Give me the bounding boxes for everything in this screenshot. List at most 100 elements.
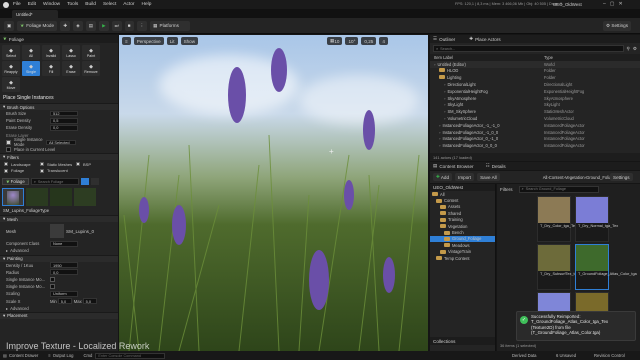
filters-button[interactable]: Filters [500, 187, 513, 192]
single-instance-dropdown[interactable]: All Selected [46, 139, 76, 146]
asset-tile[interactable]: T_Dry_SubsurfTex_tga_Tex [537, 244, 587, 290]
prop-field[interactable]: 1950 [50, 262, 78, 268]
tool-move[interactable]: ◆ Move [2, 77, 20, 92]
asset-tile[interactable]: T_Dry_Normal_tga_Tex [575, 196, 618, 242]
save-icon[interactable]: ▣ [4, 20, 15, 31]
cb-settings-button[interactable]: Settings [610, 173, 633, 181]
outliner-row[interactable]: ◦ InstancedFoliageActor_-1_0_0 InstancedFo… [430, 129, 640, 136]
add-button[interactable]: ✚ Add [433, 173, 453, 181]
content-browser-tab[interactable]: Content Browser [439, 164, 473, 169]
foliage-search-input[interactable]: ⌕ Search Foliage [30, 178, 79, 186]
console-input[interactable]: Enter Console Command [95, 352, 166, 359]
output-log-button[interactable]: Output Log [53, 353, 74, 358]
asset-tile[interactable]: T_Dry_Color_tga_Tex [537, 196, 577, 242]
asset-tile[interactable]: T_GroundFoliage_Atlas_Color_tga [575, 244, 637, 290]
menu-tools[interactable]: Tools [67, 2, 78, 7]
outliner-row[interactable]: ◦ ExponentialHeightFog ExponentialHeightFo… [430, 88, 640, 95]
platforms-button[interactable]: ▦ Platforms [150, 20, 191, 31]
outliner-title[interactable]: Outliner [439, 37, 455, 42]
tool-erase[interactable]: ◆ Erase [62, 61, 80, 76]
tool-lasso[interactable]: ◆ Lasso [62, 45, 80, 60]
prop-checkbox[interactable] [50, 276, 55, 282]
menu-file[interactable]: File [13, 2, 21, 7]
menu-build[interactable]: Build [85, 2, 96, 7]
outliner-row[interactable]: ◦ SkyLight SkyLight [430, 102, 640, 109]
outliner-row[interactable]: ◦ SM_SkySphere StaticMeshActor [430, 108, 640, 115]
prop-field[interactable]: 0,5 [50, 117, 78, 124]
outliner-row[interactable]: ◦ InstancedFoliageActor_-1_-1_0 InstancedF… [430, 122, 640, 129]
save-all-button[interactable]: Save All [477, 173, 500, 181]
type-column[interactable]: Type [544, 55, 553, 60]
filter-checkbox[interactable] [40, 162, 44, 167]
outliner-row[interactable]: ◦ VolumetricCloud VolumetricCloud [430, 115, 640, 122]
foliage-type-thumb[interactable] [26, 188, 48, 207]
unsaved-button[interactable]: 6 Unsaved [556, 353, 576, 358]
cmd-dropdown[interactable]: Cmd [83, 353, 92, 358]
filter-checkbox[interactable] [4, 168, 8, 173]
settings-button[interactable]: ⚙ Settings [603, 21, 631, 31]
show-button[interactable]: Show [180, 37, 199, 45]
place-actors-tab[interactable]: Place Actors [475, 37, 501, 42]
prop-field[interactable]: 0,0 [50, 269, 78, 276]
item-label-column[interactable]: Item Label [434, 55, 544, 60]
tool-remove[interactable]: ◆ Remove [82, 61, 100, 76]
menu-help[interactable]: Help [142, 2, 152, 7]
painting-section-header[interactable]: ▾ Painting [0, 254, 118, 262]
level-viewport[interactable]: ≡ Perspective Lit Show ▦ 10 10° 0,25 4 + [119, 35, 428, 351]
place-current-level-checkbox[interactable] [6, 147, 11, 153]
brush-options-header[interactable]: ▾ Brush Options [0, 103, 118, 110]
perspective-button[interactable]: Perspective [133, 37, 164, 45]
scale-max-field[interactable]: 5,0 [82, 298, 97, 304]
collections-header[interactable]: Collections [430, 337, 495, 345]
outliner-row[interactable]: ◦ InstancedFoliageActor_0_-1_0 InstancedFo… [430, 136, 640, 143]
breadcrumb-item[interactable]: Vegetation [565, 175, 585, 180]
filter-checkbox[interactable] [40, 168, 44, 173]
lit-button[interactable]: Lit [166, 37, 178, 45]
stop-button[interactable]: ■ [124, 20, 134, 31]
advanced-row[interactable]: ▸ Advanced [0, 247, 118, 254]
derived-data-button[interactable]: Derived Data [512, 353, 536, 358]
outliner-row[interactable]: Lighting Folder [430, 74, 640, 81]
settings-icon[interactable]: ⚙ [633, 46, 637, 52]
tool-select[interactable]: ◆ Select [2, 45, 20, 60]
outliner-row[interactable]: HLOD Folder [430, 68, 640, 75]
prop-field[interactable]: 512 [50, 110, 78, 117]
foliage-add-button[interactable]: ❦ Foliage [2, 178, 29, 186]
prop-field[interactable]: Uniform [50, 291, 78, 297]
filter-checkbox[interactable] [4, 162, 8, 167]
asset-search-input[interactable]: ⌕ Search Ground_Foliage [518, 185, 599, 193]
viewport-menu-icon[interactable]: ≡ [122, 37, 131, 45]
advanced-row-2[interactable]: ▸ Advanced [0, 305, 118, 312]
tool-paint[interactable]: ◆ Paint [82, 45, 100, 60]
outliner-row[interactable]: ◦ Untitled (Editor) World [430, 60, 640, 68]
tool-single[interactable]: ◆ Single [22, 61, 40, 76]
play-options-icon[interactable]: ⋮ [136, 20, 148, 31]
foliage-type-thumb[interactable] [50, 188, 72, 207]
prop-field[interactable]: 0,0 [50, 125, 78, 131]
camera-speed-button[interactable]: 4 [379, 37, 388, 45]
reimport-notification[interactable]: ✓ Successfully Reimported: T_GroundFolia… [516, 311, 636, 341]
add-actor-icon[interactable]: ✚ [60, 20, 71, 31]
step-button[interactable]: ⏭ [111, 20, 122, 31]
menu-select[interactable]: Select [103, 2, 116, 7]
filter-icon[interactable]: ⚲ [627, 46, 630, 52]
import-button[interactable]: Import [455, 173, 475, 181]
prop-checkbox[interactable] [50, 284, 55, 290]
mesh-section-header[interactable]: ▾ Mesh [0, 215, 118, 223]
menu-window[interactable]: Window [43, 2, 60, 7]
foliage-type-thumb[interactable] [2, 188, 24, 207]
outliner-search-input[interactable]: ⌕ Search... [433, 45, 624, 52]
single-instance-checkbox[interactable] [6, 139, 11, 145]
menu-edit[interactable]: Edit [28, 2, 36, 7]
menu-actor[interactable]: Actor [123, 2, 134, 7]
placement-section-header[interactable]: ▾ Placement [0, 311, 118, 319]
outliner-row[interactable]: ◦ InstancedFoliageActor_0_0_0 InstancedFol… [430, 142, 640, 149]
level-tab[interactable]: Untitled* [12, 10, 58, 18]
cinematics-icon[interactable]: ▤ [85, 20, 97, 31]
outliner-row[interactable]: ◦ SkyAtmosphere SkyAtmosphere [430, 95, 640, 102]
content-drawer-button[interactable]: Content Drawer [9, 353, 38, 358]
tool-invalid[interactable]: ◆ Invalid [42, 45, 60, 60]
play-button[interactable]: ▶ [99, 20, 109, 31]
blueprint-icon[interactable]: ◈ [73, 20, 83, 31]
outliner-row[interactable]: ◦ DirectionalLight DirectionalLight [430, 81, 640, 88]
